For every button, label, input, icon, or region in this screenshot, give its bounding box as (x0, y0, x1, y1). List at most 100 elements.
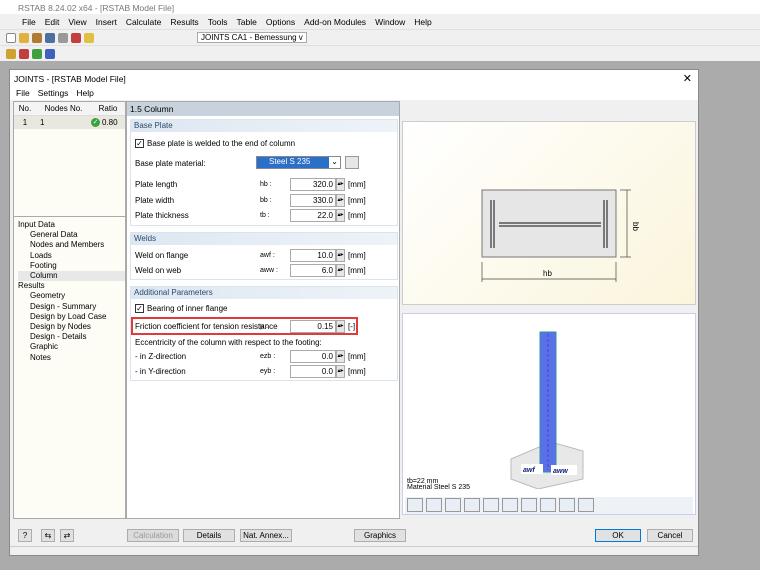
tree-footing[interactable]: Footing (18, 261, 125, 271)
graphics-button[interactable]: Graphics (354, 529, 406, 542)
case-select[interactable]: JOINTS CA1 - Bemessung v (197, 32, 307, 43)
nat-annex-button[interactable]: Nat. Annex... (240, 529, 292, 542)
dialog-menu-settings[interactable]: Settings (38, 88, 69, 100)
status-divider (10, 546, 698, 547)
tree-general-data[interactable]: General Data (18, 230, 125, 240)
ok-button[interactable]: OK (595, 529, 641, 542)
column-panel: 1.5 Column Base Plate ✓Base plate is wel… (126, 101, 400, 519)
tree-geometry[interactable]: Geometry (18, 291, 125, 301)
tree-nodes-members[interactable]: Nodes and Members (18, 240, 125, 250)
menu-view[interactable]: View (68, 17, 86, 27)
spinner[interactable]: ▴▸ (336, 365, 345, 378)
spinner[interactable]: ▴▸ (336, 320, 345, 333)
weld-web-input[interactable]: 6.0 (290, 264, 336, 277)
symbol: µ : (260, 323, 268, 330)
dialog-menu-help[interactable]: Help (76, 88, 93, 100)
menu-results[interactable]: Results (170, 17, 198, 27)
section-title: 1.5 Column (127, 102, 399, 116)
view-side-icon[interactable] (426, 498, 442, 512)
open-icon-2[interactable] (32, 33, 42, 43)
friction-input[interactable]: 0.15 (290, 320, 336, 333)
plate-thickness-input[interactable]: 22.0 (290, 209, 336, 222)
menu-table[interactable]: Table (237, 17, 257, 27)
dialog-menu-file[interactable]: File (16, 88, 30, 100)
menu-file[interactable]: File (22, 17, 36, 27)
tree-design-details[interactable]: Design - Details (18, 332, 125, 342)
view-front-icon[interactable] (407, 498, 423, 512)
menu-tools[interactable]: Tools (208, 17, 228, 27)
view-x-icon[interactable] (445, 498, 461, 512)
ecc-z-input[interactable]: 0.0 (290, 350, 336, 363)
tree-design-nodes[interactable]: Design by Nodes (18, 322, 125, 332)
open-icon[interactable] (19, 33, 29, 43)
tree-design-load-case[interactable]: Design by Load Case (18, 312, 125, 322)
additional-params-group: Additional Parameters ✓Bearing of inner … (130, 286, 398, 381)
menu-window[interactable]: Window (375, 17, 405, 27)
details-button[interactable]: Details (183, 529, 235, 542)
cancel-button[interactable]: Cancel (647, 529, 693, 542)
group-title: Base Plate (131, 120, 397, 132)
unit: [mm] (348, 266, 366, 275)
cell-no: 1 (14, 118, 36, 127)
dim-bb: bb (631, 222, 640, 231)
calculation-button[interactable]: Calculation (127, 529, 179, 542)
tree-column[interactable]: Column (18, 271, 125, 281)
spinner[interactable]: ▴▸ (336, 350, 345, 363)
render-icon[interactable] (578, 498, 594, 512)
menu-insert[interactable]: Insert (96, 17, 117, 27)
menu-options[interactable]: Options (266, 17, 295, 27)
close-icon[interactable]: ✕ (683, 72, 692, 85)
col-no: No. (14, 104, 36, 113)
menu-edit[interactable]: Edit (45, 17, 60, 27)
help-icon[interactable]: ? (18, 529, 32, 542)
member-icon[interactable] (19, 49, 29, 59)
view-iso-icon[interactable] (540, 498, 556, 512)
welded-checkbox[interactable]: ✓ (135, 139, 144, 148)
export-icon[interactable]: ⇄ (60, 529, 74, 542)
weld-aww-label: aww (553, 468, 568, 475)
new-icon[interactable] (6, 33, 16, 43)
info-material: Material Steel S 235 (407, 484, 470, 491)
plate-plan-svg: hb bb (403, 122, 697, 306)
view-z-icon[interactable] (521, 498, 537, 512)
save-icon[interactable] (45, 33, 55, 43)
spinner[interactable]: ▴▸ (336, 209, 345, 222)
import-icon[interactable]: ⇆ (41, 529, 55, 542)
spinner[interactable]: ▴▸ (336, 264, 345, 277)
material-label: Base plate material: (135, 159, 206, 168)
view-minus-y-icon[interactable] (502, 498, 518, 512)
plate-length-input[interactable]: 320.0 (290, 178, 336, 191)
plate-thickness-label: Plate thickness (135, 211, 189, 220)
undo-icon[interactable] (71, 33, 81, 43)
tree-loads[interactable]: Loads (18, 251, 125, 261)
spinner[interactable]: ▴▸ (336, 194, 345, 207)
node-icon[interactable] (6, 49, 16, 59)
tree-results[interactable]: Results (18, 281, 125, 291)
bearing-checkbox[interactable]: ✓ (135, 304, 144, 313)
material-library-icon[interactable] (345, 156, 359, 169)
view-minus-x-icon[interactable] (464, 498, 480, 512)
spinner[interactable]: ▴▸ (336, 249, 345, 262)
plate-width-input[interactable]: 330.0 (290, 194, 336, 207)
support-icon[interactable] (32, 49, 42, 59)
table-row[interactable]: 11✓0.80 (14, 116, 125, 129)
weld-flange-input[interactable]: 10.0 (290, 249, 336, 262)
menu-addon[interactable]: Add-on Modules (304, 17, 366, 27)
render-icon[interactable] (84, 33, 94, 43)
view-y-icon[interactable] (483, 498, 499, 512)
ecc-y-input[interactable]: 0.0 (290, 365, 336, 378)
material-select[interactable]: Steel S 235⌄ (256, 156, 341, 169)
menu-calculate[interactable]: Calculate (126, 17, 161, 27)
spinner[interactable]: ▴▸ (336, 178, 345, 191)
tree-graphic[interactable]: Graphic (18, 342, 125, 352)
zoom-icon[interactable] (559, 498, 575, 512)
view-icon[interactable] (45, 49, 55, 59)
tree-input-data[interactable]: Input Data (18, 220, 125, 230)
tree-notes[interactable]: Notes (18, 353, 125, 363)
menu-help[interactable]: Help (414, 17, 431, 27)
tree-design-summary[interactable]: Design - Summary (18, 302, 125, 312)
symbol: tb : (260, 212, 270, 219)
weld-flange-label: Weld on flange (135, 251, 188, 260)
print-icon[interactable] (58, 33, 68, 43)
unit: [mm] (348, 180, 366, 189)
